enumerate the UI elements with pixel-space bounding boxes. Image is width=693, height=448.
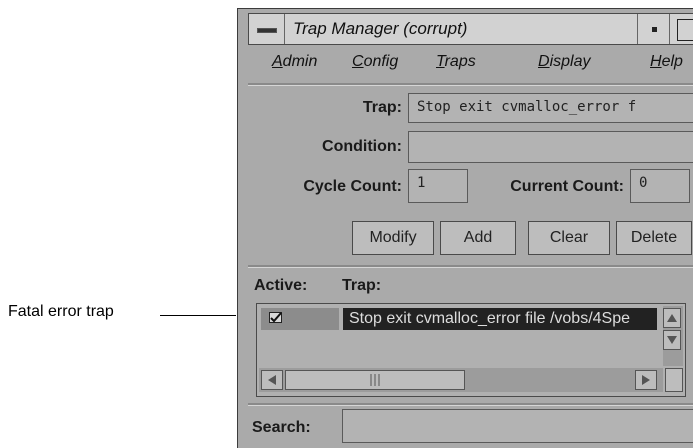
- title-separator: [637, 14, 638, 44]
- trap-column-header: Trap:: [342, 277, 382, 294]
- vertical-scrollbar[interactable]: [663, 306, 683, 366]
- condition-field[interactable]: [408, 131, 693, 163]
- cycle-count-field[interactable]: 1: [408, 169, 468, 203]
- menu-label: elp: [661, 53, 683, 70]
- menu-label: onfig: [363, 53, 399, 70]
- table-row[interactable]: Stop exit cvmalloc_error file /vobs/4Spe: [261, 308, 657, 330]
- grip-icon: [370, 374, 380, 386]
- trap-list: Stop exit cvmalloc_error file /vobs/4Spe: [256, 303, 686, 397]
- clear-button[interactable]: Clear: [528, 221, 610, 255]
- menu-label: dmin: [282, 53, 318, 70]
- section-divider: [248, 403, 693, 406]
- mnemonic: H: [650, 53, 662, 70]
- scroll-up-icon[interactable]: [663, 308, 681, 328]
- scroll-right-icon[interactable]: [635, 370, 657, 390]
- scroll-left-icon[interactable]: [261, 370, 283, 390]
- cycle-count-label: Cycle Count:: [303, 178, 402, 195]
- mnemonic: C: [352, 53, 364, 70]
- scroll-thumb[interactable]: [285, 370, 465, 390]
- menu-help[interactable]: Help: [650, 53, 683, 71]
- mnemonic: T: [436, 53, 445, 70]
- window-title: Trap Manager (corrupt): [293, 19, 468, 38]
- title-bar: Trap Manager (corrupt): [248, 13, 693, 45]
- search-label: Search:: [252, 419, 311, 436]
- mnemonic: A: [272, 53, 283, 70]
- menu-divider: [248, 83, 693, 86]
- title-separator: [284, 14, 285, 44]
- window-menu-icon[interactable]: [255, 20, 279, 38]
- menu-config[interactable]: Config: [352, 53, 398, 71]
- scroll-corner: [665, 368, 683, 392]
- active-cell: [261, 308, 339, 330]
- maximize-icon[interactable]: [677, 19, 693, 41]
- menu-bar: Admin Config Traps Display Help: [248, 47, 693, 81]
- current-count-field[interactable]: 0: [630, 169, 690, 203]
- menu-label: raps: [444, 53, 476, 70]
- condition-label: Condition:: [322, 138, 402, 155]
- add-button[interactable]: Add: [440, 221, 516, 255]
- scroll-down-icon[interactable]: [663, 330, 681, 350]
- current-count-label: Current Count:: [510, 178, 624, 195]
- trap-manager-window: Trap Manager (corrupt) Admin Config Trap…: [237, 8, 693, 448]
- delete-button[interactable]: Delete: [616, 221, 692, 255]
- trap-label: Trap:: [362, 99, 402, 116]
- menu-display[interactable]: Display: [538, 53, 590, 71]
- section-divider: [248, 265, 693, 268]
- modify-button[interactable]: Modify: [352, 221, 434, 255]
- minimize-icon[interactable]: [645, 21, 663, 37]
- active-column-header: Active:: [254, 277, 308, 294]
- horizontal-scrollbar[interactable]: [259, 368, 663, 392]
- menu-label: isplay: [549, 53, 591, 70]
- callout-line: [160, 315, 236, 316]
- callout-label: Fatal error trap: [8, 303, 114, 320]
- checkbox-checked-icon[interactable]: [269, 312, 283, 324]
- trap-cell: Stop exit cvmalloc_error file /vobs/4Spe: [343, 308, 657, 330]
- menu-admin[interactable]: Admin: [272, 53, 317, 71]
- title-separator: [669, 14, 670, 44]
- trap-field[interactable]: Stop exit cvmalloc_error f: [408, 93, 693, 123]
- search-input[interactable]: [342, 409, 693, 443]
- mnemonic: D: [538, 53, 550, 70]
- menu-traps[interactable]: Traps: [436, 53, 476, 71]
